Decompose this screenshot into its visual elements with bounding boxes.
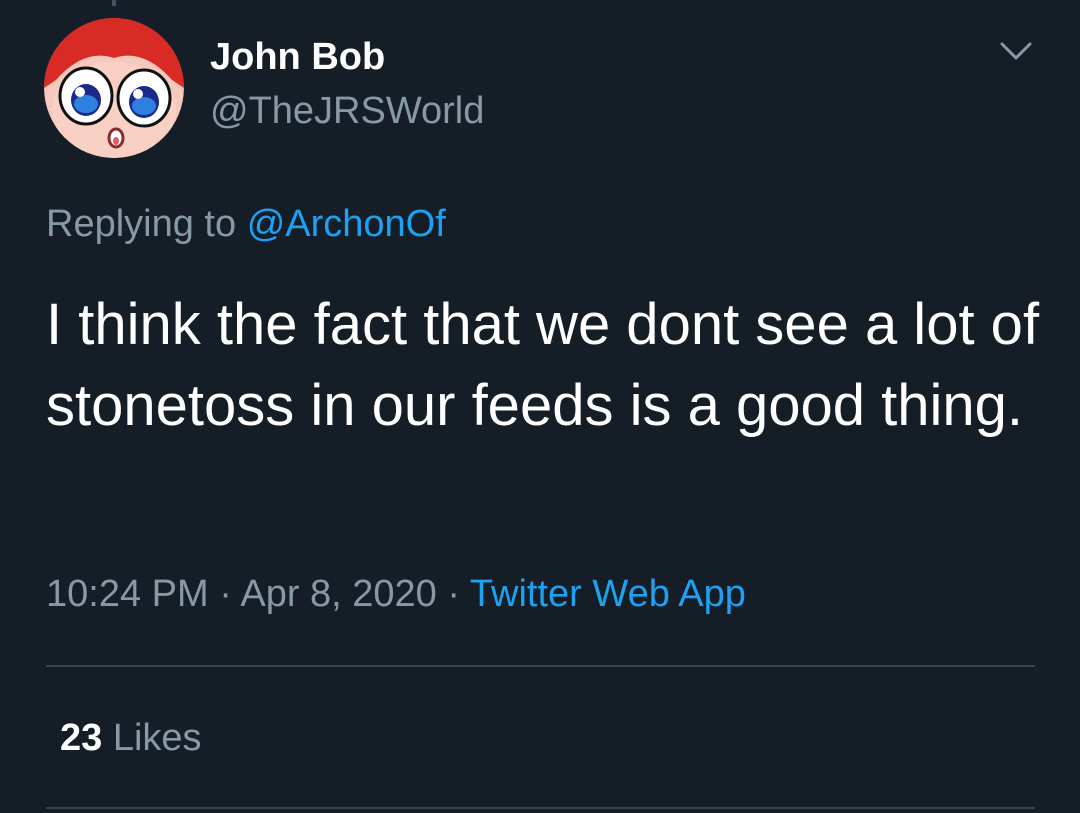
replying-to-line: Replying to @ArchonOf — [46, 200, 446, 248]
replying-to-label: Replying to — [46, 203, 237, 245]
tweet-time[interactable]: 10:24 PM — [46, 573, 209, 615]
author-handle[interactable]: @TheJRSWorld — [210, 88, 484, 134]
avatar[interactable] — [44, 18, 184, 158]
author-display-name[interactable]: John Bob — [210, 34, 385, 80]
tweet-meta: 10:24 PM · Apr 8, 2020 · Twitter Web App — [46, 570, 746, 618]
divider — [46, 807, 1035, 809]
likes-count: 23 — [60, 717, 103, 759]
tweet-date[interactable]: Apr 8, 2020 — [240, 573, 436, 615]
tweet-text: I think the fact that we dont see a lot … — [46, 292, 1040, 438]
meta-separator: · — [219, 573, 232, 615]
reply-mention-link[interactable]: @ArchonOf — [247, 203, 446, 245]
thread-connector-line — [112, 0, 116, 6]
tweet-source-link[interactable]: Twitter Web App — [470, 573, 746, 615]
tweet-menu-button[interactable] — [996, 36, 1036, 66]
likes-stat[interactable]: 23 Likes — [60, 714, 202, 762]
divider — [46, 665, 1035, 667]
chevron-down-icon — [1000, 42, 1032, 60]
likes-label: Likes — [112, 717, 202, 759]
meta-separator: · — [447, 573, 461, 615]
cartoon-avatar-icon — [44, 18, 184, 158]
